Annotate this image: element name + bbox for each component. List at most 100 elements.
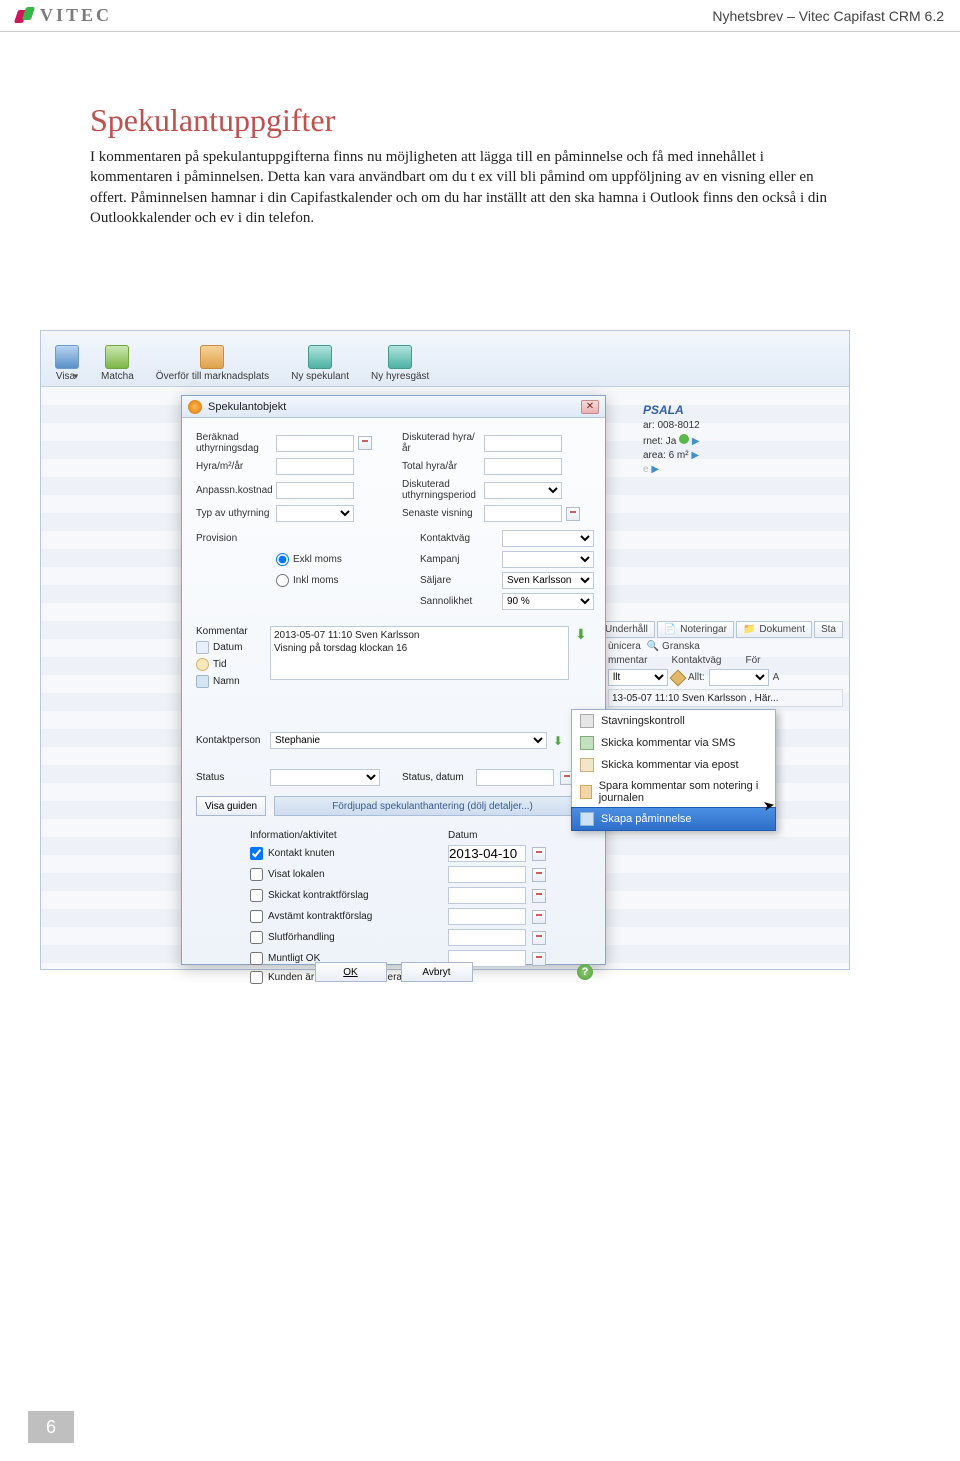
ctx-spara-notering[interactable]: Spara kommentar som notering i journalen	[572, 776, 775, 808]
filter-select-all[interactable]	[709, 669, 769, 686]
dialog-title: Spekulantobjekt	[208, 401, 286, 413]
input-activity-date[interactable]	[448, 866, 526, 883]
input-activity-date[interactable]	[448, 929, 526, 946]
list-row-text: 13-05-07 11:10 Sven Karlsson , Här...	[612, 693, 779, 704]
checkbox-visat-lokalen[interactable]: Visat lokalen	[250, 868, 390, 881]
ctx-stavningskontroll[interactable]: Stavningskontroll	[572, 710, 775, 732]
expand-collapse-bar[interactable]: Fördjupad spekulanthantering (dölj detal…	[274, 796, 591, 816]
label-kommentar: Kommentar	[196, 626, 264, 637]
checkbox-skickat-kontrakt[interactable]: Skickat kontraktförslag	[250, 889, 390, 902]
calendar-icon[interactable]	[358, 436, 372, 450]
select-kampanj[interactable]	[502, 551, 594, 568]
calendar-icon[interactable]	[566, 507, 580, 521]
select-status[interactable]	[270, 769, 380, 786]
input-disk-hyra[interactable]	[484, 435, 562, 452]
select-sannolikhet[interactable]: 90 %	[502, 593, 594, 610]
link-namn[interactable]: Namn	[196, 675, 264, 688]
subtoolbar-item[interactable]: 🔍 Granska	[647, 641, 700, 652]
tab-dokument[interactable]: 📁Dokument	[736, 621, 812, 638]
select-typ[interactable]	[276, 505, 354, 522]
select-kontaktvag[interactable]	[502, 530, 594, 547]
document-header-right: Nyhetsbrev – Vitec Capifast CRM 6.2	[712, 8, 944, 24]
arrow-down-icon[interactable]: ⬇	[553, 734, 569, 748]
chevron-down-icon: ▾	[71, 371, 78, 381]
toolbar-ny-spekulant[interactable]: Ny spekulant	[287, 343, 353, 384]
filter-select[interactable]: llt	[608, 669, 668, 686]
select-disk-period[interactable]	[484, 482, 562, 499]
comment-line: 2013-05-07 11:10 Sven Karlsson	[274, 630, 565, 643]
ctx-sms[interactable]: Skicka kommentar via SMS	[572, 732, 775, 754]
toolbar-overfor[interactable]: Överför till marknadsplats	[152, 343, 273, 384]
toolbar-matcha[interactable]: Matcha	[97, 343, 138, 384]
label-beraknad: Beräknad uthyrningsdag	[196, 432, 272, 454]
checkbox-avstamt-kontrakt[interactable]: Avstämt kontraktförslag	[250, 910, 390, 923]
user-icon	[196, 675, 209, 688]
label-hyra-m2: Hyra/m²/år	[196, 461, 272, 472]
vitec-logo-icon	[16, 7, 34, 25]
link-tid[interactable]: Tid	[196, 658, 264, 671]
label-kampanj: Kampanj	[420, 554, 498, 565]
calendar-icon[interactable]	[532, 847, 546, 861]
magnifier-icon: 🔍	[647, 641, 659, 652]
label-disk-period: Diskuterad uthyrningsperiod	[402, 479, 480, 501]
app-screenshot: Visa ▾ Matcha Överför till marknadsplats…	[40, 330, 850, 970]
input-status-datum[interactable]	[476, 769, 554, 786]
calendar-icon[interactable]	[532, 931, 546, 945]
pencil-icon[interactable]	[670, 669, 687, 686]
arrow-right-icon: ▶	[692, 436, 700, 447]
select-kontaktperson[interactable]: Stephanie	[270, 732, 547, 749]
tab-noteringar[interactable]: 📄Noteringar	[657, 621, 734, 638]
label-anpassn: Anpassn.kostnad	[196, 485, 272, 496]
tab-sta[interactable]: Sta	[814, 621, 843, 638]
select-saljare[interactable]: Sven Karlsson	[502, 572, 594, 589]
list-row[interactable]: 13-05-07 11:10 Sven Karlsson , Här...	[608, 689, 843, 707]
input-senaste[interactable]	[484, 505, 562, 522]
checkbox-kontakt-knuten[interactable]: Kontakt knuten	[250, 847, 390, 860]
user-add-icon	[388, 345, 412, 369]
app-toolbar: Visa ▾ Matcha Överför till marknadsplats…	[41, 331, 849, 387]
checkbox-slutforhandling[interactable]: Slutförhandling	[250, 931, 390, 944]
transfer-icon	[200, 345, 224, 369]
arrow-down-icon[interactable]: ⬇	[575, 626, 591, 688]
input-activity-date[interactable]	[448, 845, 526, 862]
link-datum[interactable]: Datum	[196, 641, 264, 654]
label-status-datum: Status, datum	[402, 772, 470, 783]
spekulantobjekt-dialog: Spekulantobjekt ✕ Beräknad uthyrningsdag…	[181, 395, 606, 965]
toolbar-visa[interactable]: Visa ▾	[51, 343, 83, 384]
radio-inkl-moms[interactable]: Inkl moms	[276, 574, 396, 587]
reminder-icon	[580, 812, 594, 826]
arrow-right-icon: ▶	[651, 464, 659, 475]
calendar-icon[interactable]	[532, 910, 546, 924]
subtoolbar-item[interactable]: ùnicera	[608, 641, 641, 652]
header-info-aktivitet: Information/aktivitet	[250, 830, 390, 841]
cancel-button[interactable]: Avbryt	[401, 962, 473, 982]
col-header: Kontaktväg	[671, 655, 721, 666]
close-button[interactable]: ✕	[581, 400, 599, 414]
header-datum: Datum	[448, 830, 526, 841]
input-anpassn[interactable]	[276, 482, 354, 499]
input-activity-date[interactable]	[448, 887, 526, 904]
input-total-hyra[interactable]	[484, 458, 562, 475]
input-beraknad[interactable]	[276, 435, 354, 452]
right-info-title: PSALA	[643, 403, 843, 417]
ctx-skapa-paminnelse[interactable]: Skapa påminnelse	[571, 807, 776, 831]
radio-exkl-moms[interactable]: Exkl moms	[276, 553, 396, 566]
vitec-logo-text: VITEC	[40, 5, 112, 26]
label-saljare: Säljare	[420, 575, 498, 586]
help-icon[interactable]: ?	[577, 964, 593, 980]
visa-guiden-button[interactable]: Visa guiden	[196, 796, 266, 816]
input-activity-date[interactable]	[448, 908, 526, 925]
dialog-titlebar[interactable]: Spekulantobjekt ✕	[182, 396, 605, 418]
toolbar-label: Ny hyresgäst	[371, 371, 429, 382]
document-icon: 📁	[743, 624, 755, 635]
label-senaste: Senaste visning	[402, 508, 480, 519]
textarea-kommentar[interactable]: 2013-05-07 11:10 Sven Karlsson Visning p…	[270, 626, 569, 680]
calendar-icon[interactable]	[532, 889, 546, 903]
ok-button[interactable]: OK	[315, 962, 387, 982]
context-menu: Stavningskontroll Skicka kommentar via S…	[571, 709, 776, 831]
toolbar-ny-hyresgast[interactable]: Ny hyresgäst	[367, 343, 433, 384]
col-header: För	[746, 655, 761, 666]
input-hyra-m2[interactable]	[276, 458, 354, 475]
calendar-icon[interactable]	[532, 868, 546, 882]
ctx-epost[interactable]: Skicka kommentar via epost	[572, 754, 775, 776]
